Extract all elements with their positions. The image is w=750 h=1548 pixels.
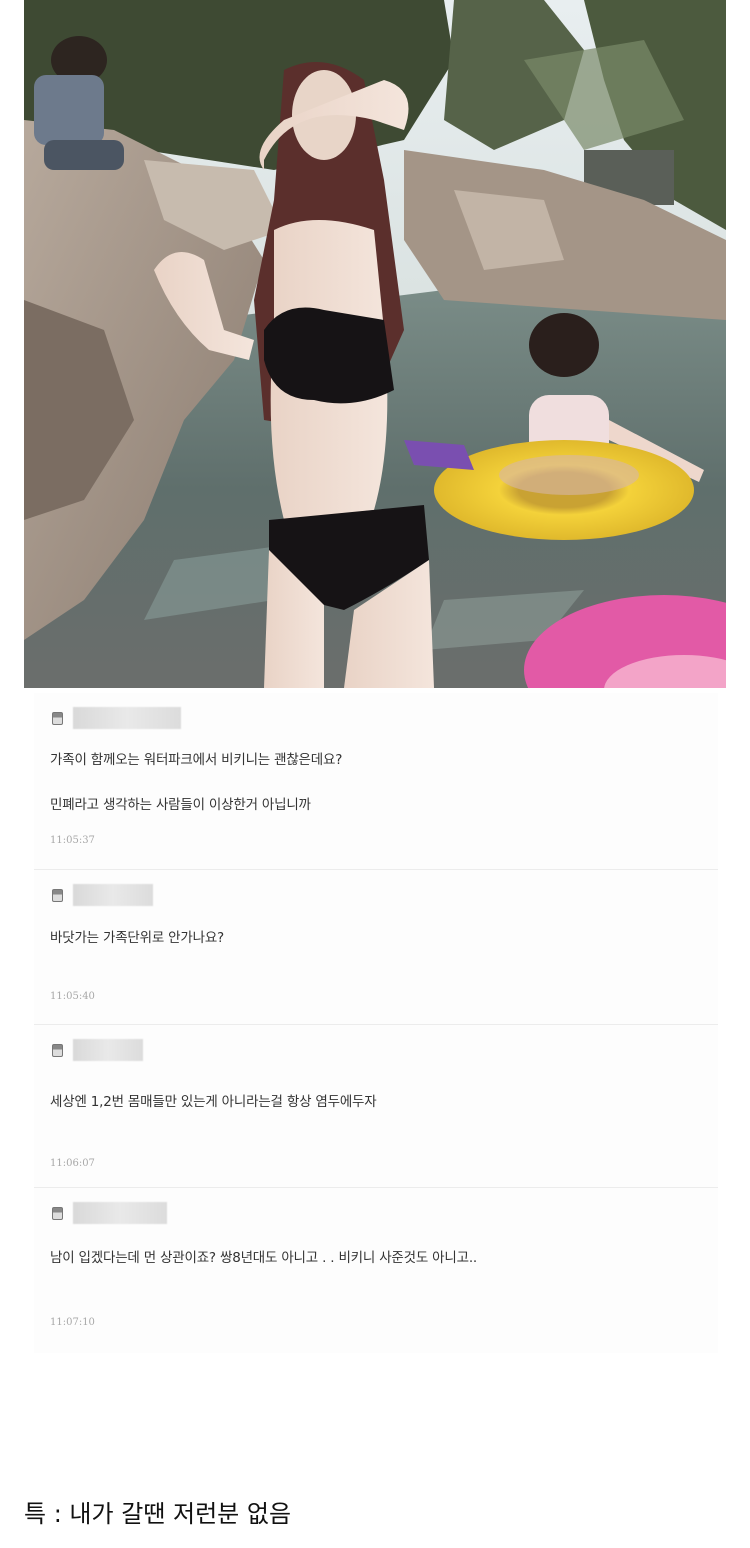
comment-text-line: 민폐라고 생각하는 사람들이 이상한거 아닙니까 — [50, 797, 311, 813]
comment-text-line: 가족이 함께오는 워터파크에서 비키니는 괜찮은데요? — [50, 752, 343, 768]
comment-text-line: 바닷가는 가족단위로 안가나요? — [50, 930, 225, 946]
footer-caption: 특 : 내가 갈땐 저런분 없음 — [24, 1500, 292, 1528]
comment-timestamp: 11:05:37 — [50, 835, 95, 846]
river-photo — [24, 0, 726, 688]
comment-text-line: 세상엔 1,2번 몸매들만 있는게 아니라는걸 항상 염두에두자 — [50, 1094, 377, 1110]
mobile-phone-icon — [52, 1043, 63, 1057]
comment-header — [52, 1202, 167, 1224]
blurred-nickname — [73, 1039, 143, 1061]
mobile-phone-icon — [52, 1206, 63, 1220]
mobile-phone-icon — [52, 888, 63, 902]
comment-header — [52, 884, 153, 906]
comment-timestamp: 11:07:10 — [50, 1317, 95, 1328]
comment-header — [52, 707, 181, 729]
comment-item: 세상엔 1,2번 몸매들만 있는게 아니라는걸 항상 염두에두자 11:06:0… — [34, 1025, 718, 1188]
comment-timestamp: 11:06:07 — [50, 1158, 95, 1169]
comment-timestamp: 11:05:40 — [50, 991, 95, 1002]
comment-list: 가족이 함께오는 워터파크에서 비키니는 괜찮은데요? 민폐라고 생각하는 사람… — [34, 693, 718, 1353]
comment-item: 남이 입겠다는데 먼 상관이죠? 쌍8년대도 아니고 . . 비키니 사준것도 … — [34, 1188, 718, 1353]
comment-text-line: 남이 입겠다는데 먼 상관이죠? 쌍8년대도 아니고 . . 비키니 사준것도 … — [50, 1250, 478, 1266]
comment-item: 바닷가는 가족단위로 안가나요? 11:05:40 — [34, 870, 718, 1025]
blurred-nickname — [73, 1202, 167, 1224]
comment-item: 가족이 함께오는 워터파크에서 비키니는 괜찮은데요? 민폐라고 생각하는 사람… — [34, 693, 718, 870]
blurred-nickname — [73, 884, 153, 906]
mobile-phone-icon — [52, 711, 63, 725]
comment-header — [52, 1039, 143, 1061]
blurred-nickname — [73, 707, 181, 729]
